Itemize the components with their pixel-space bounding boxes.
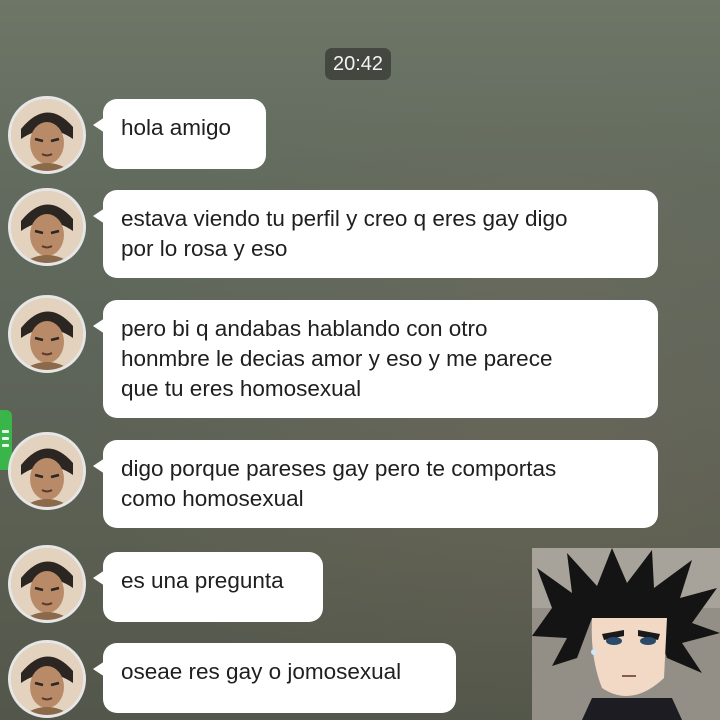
anime-reaction-image-icon: [532, 548, 720, 720]
avatar[interactable]: [8, 188, 86, 266]
message-line: que tu eres homosexual: [121, 376, 362, 401]
message-line: como homosexual: [121, 486, 304, 511]
message-line: estava viendo tu perfil y creo q eres ga…: [121, 206, 568, 231]
anime-character-avatar-icon: [11, 191, 83, 263]
message-bubble: oseae res gay o jomosexual: [93, 643, 456, 713]
message-line: hola amigo: [121, 115, 232, 140]
anime-character-avatar-icon: [11, 548, 83, 620]
message-bubble: estava viendo tu perfil y creo q eres ga…: [93, 190, 658, 278]
message-line: oseae res gay o jomosexual: [121, 659, 402, 684]
message-bubble: hola amigo: [93, 99, 266, 169]
timestamp-badge: 20:42: [325, 48, 392, 80]
menu-icon: [2, 430, 9, 433]
message-line: es una pregunta: [121, 568, 284, 593]
message-line: pero bi q andabas hablando con otro: [121, 316, 488, 341]
anime-character-avatar-icon: [11, 643, 83, 715]
message-bubble: pero bi q andabas hablando con otro honm…: [93, 300, 658, 418]
avatar[interactable]: [8, 96, 86, 174]
message-bubble: digo porque pareses gay pero te comporta…: [93, 440, 658, 528]
avatar[interactable]: [8, 545, 86, 623]
message-line: por lo rosa y eso: [121, 236, 288, 261]
message-line: honmbre le decias amor y eso y me parece: [121, 346, 553, 371]
message-bubble: es una pregunta: [93, 552, 323, 622]
menu-icon-line: [2, 444, 9, 447]
menu-icon-line: [2, 437, 9, 440]
avatar[interactable]: [8, 432, 86, 510]
anime-character-avatar-icon: [11, 435, 83, 507]
avatar[interactable]: [8, 295, 86, 373]
anime-character-avatar-icon: [11, 298, 83, 370]
message-line: digo porque pareses gay pero te comporta…: [121, 456, 557, 481]
anime-character-avatar-icon: [11, 99, 83, 171]
avatar[interactable]: [8, 640, 86, 718]
anime-reaction-image: [532, 548, 720, 720]
